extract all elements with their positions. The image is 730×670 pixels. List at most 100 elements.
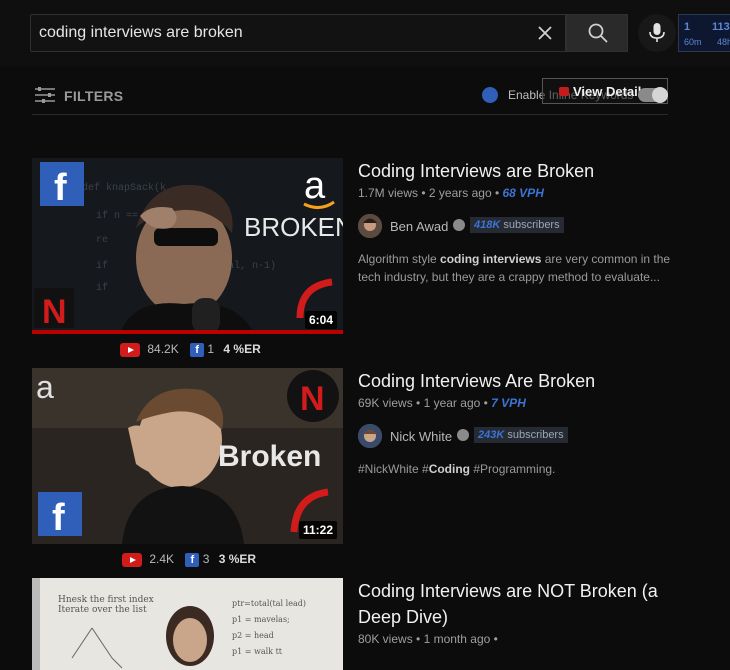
verified-icon (453, 219, 465, 231)
svg-text:Iterate over the list: Iterate over the list (58, 605, 147, 615)
stat-value-1: 1 (684, 21, 691, 33)
svg-text:f: f (52, 497, 65, 539)
svg-text:p2 = head: p2 = head (232, 631, 274, 640)
video-duration: 11:22 (298, 521, 337, 539)
description-text: #NickWhite # (358, 462, 429, 476)
video-result[interactable]: def knapSack(k if n == re if if val, n-1… (32, 158, 672, 368)
extension-icon (482, 87, 498, 103)
thumbnail-image: Hnesk the first index Iterate over the l… (32, 578, 343, 670)
video-info: Coding Interviews are Broken 1.7M views … (358, 158, 678, 286)
video-result[interactable]: Hnesk the first index Iterate over the l… (32, 578, 672, 670)
svg-text:p1 = walk tt: p1 = walk tt (232, 647, 283, 656)
search-button[interactable] (566, 14, 628, 52)
engagement-rate: 4 %ER (223, 342, 261, 356)
video-info: Coding Interviews are NOT Broken (a Deep… (358, 578, 678, 646)
subscriber-count: 243K (478, 429, 505, 441)
view-count: 80K views (358, 632, 413, 646)
record-icon (559, 87, 569, 96)
verified-icon (457, 429, 469, 441)
svg-text:re: re (96, 235, 108, 246)
views-per-hour: 68 VPH (502, 186, 544, 200)
svg-text:ptr=total(tal lead): ptr=total(tal lead) (232, 599, 306, 608)
engagement-rate: 3 %ER (218, 552, 257, 566)
stats-badge[interactable]: 1 113 60m 48h (678, 14, 730, 52)
top-bar: coding interviews are broken 1 113 60m 4… (0, 0, 730, 66)
video-duration: 6:04 (304, 311, 337, 329)
subscriber-label: subscribers (507, 429, 564, 441)
subscriber-badge: 418K subscribers (470, 217, 564, 233)
inline-keywords-toggle[interactable] (638, 87, 668, 103)
voice-search-button[interactable] (638, 14, 676, 52)
facebook-count: 1 (207, 342, 215, 356)
close-icon[interactable] (535, 23, 555, 43)
svg-text:N: N (300, 380, 325, 418)
stat-label-2: 48h (717, 37, 730, 47)
channel-row[interactable]: Ben Awad 418K subscribers (358, 214, 678, 242)
views-per-hour: 7 VPH (491, 396, 526, 410)
filters-button[interactable]: FILTERS (64, 88, 123, 104)
thumbnail-image: a N Broken f (32, 368, 343, 544)
view-count: 69K views (358, 396, 413, 410)
video-meta: 69K views • 1 year ago • 7 VPH (358, 396, 526, 410)
svg-text:f: f (54, 167, 67, 209)
facebook-icon: f (190, 342, 205, 357)
channel-name[interactable]: Ben Awad (390, 219, 448, 234)
video-title[interactable]: Coding Interviews are Broken (358, 158, 678, 184)
upload-age: 2 years ago (428, 186, 492, 200)
svg-text:p1 = mavelas;: p1 = mavelas; (232, 615, 290, 624)
subscriber-count: 418K (474, 219, 501, 231)
video-description: #NickWhite #Coding #Programming. (358, 460, 678, 478)
video-description: Algorithm style coding interviews are ve… (358, 250, 678, 286)
channel-row[interactable]: Nick White 243K subscribers (358, 424, 678, 452)
svg-text:N: N (42, 293, 67, 331)
youtube-icon (122, 552, 142, 567)
video-title[interactable]: Coding Interviews are NOT Broken (a Deep… (358, 578, 678, 630)
video-info: Coding Interviews Are Broken 69K views •… (358, 368, 678, 478)
view-detail-label: View Detail (573, 84, 642, 99)
thumbnail-caption: BROKEN (244, 212, 343, 242)
view-count: 1.7M views (358, 186, 419, 200)
svg-text:def knapSack(k: def knapSack(k (82, 182, 166, 194)
upload-age: 1 month ago (423, 632, 491, 646)
video-thumbnail[interactable]: def knapSack(k if n == re if if val, n-1… (32, 158, 343, 334)
video-meta: 80K views • 1 month ago • (358, 632, 498, 646)
svg-text:Hnesk the first index: Hnesk the first index (58, 595, 154, 605)
channel-avatar[interactable] (358, 424, 382, 448)
svg-text:if n ==: if n == (96, 210, 138, 222)
description-text: Algorithm style (358, 252, 441, 266)
thumbnail-image: def knapSack(k if n == re if if val, n-1… (32, 158, 343, 334)
video-thumbnail[interactable]: Hnesk the first index Iterate over the l… (32, 578, 343, 670)
toggle-knob (652, 87, 668, 103)
search-input[interactable]: coding interviews are broken (30, 14, 566, 52)
svg-text:a: a (304, 165, 326, 207)
svg-text:if: if (96, 282, 108, 294)
thumbnail-caption: Broken (218, 440, 321, 473)
microphone-icon (649, 23, 665, 42)
video-result[interactable]: a N Broken f 11:22 2.4K f 3 3 %ER Coding… (32, 368, 672, 578)
watch-progress-bar (32, 330, 343, 334)
subscriber-badge: 243K subscribers (474, 427, 568, 443)
description-keyword: coding interviews (440, 252, 542, 266)
upload-age: 1 year ago (423, 396, 481, 410)
channel-avatar[interactable] (358, 214, 382, 238)
likes-count: 84.2K (147, 342, 179, 356)
search-query[interactable]: coding interviews are broken (39, 24, 243, 42)
subscriber-label: subscribers (503, 219, 560, 231)
youtube-icon (120, 342, 140, 357)
video-title[interactable]: Coding Interviews Are Broken (358, 368, 678, 394)
facebook-count: 3 (202, 552, 210, 566)
channel-name[interactable]: Nick White (390, 429, 452, 444)
video-meta: 1.7M views • 2 years ago • 68 VPH (358, 186, 544, 200)
filters-icon[interactable] (34, 86, 56, 104)
description-text: #Programming. (470, 462, 556, 476)
video-thumbnail[interactable]: a N Broken f 11:22 (32, 368, 343, 544)
search-icon (588, 23, 608, 43)
svg-text:a: a (36, 369, 54, 405)
stat-value-2: 113 (712, 21, 730, 33)
description-keyword: Coding (428, 462, 471, 476)
filters-bar: FILTERS Enable Inline Keywords View Deta… (32, 78, 668, 115)
stat-label-1: 60m (684, 37, 702, 47)
likes-count: 2.4K (149, 552, 175, 566)
engagement-metrics: 2.4K f 3 3 %ER (122, 552, 256, 567)
engagement-metrics: 84.2K f 1 4 %ER (120, 342, 261, 357)
